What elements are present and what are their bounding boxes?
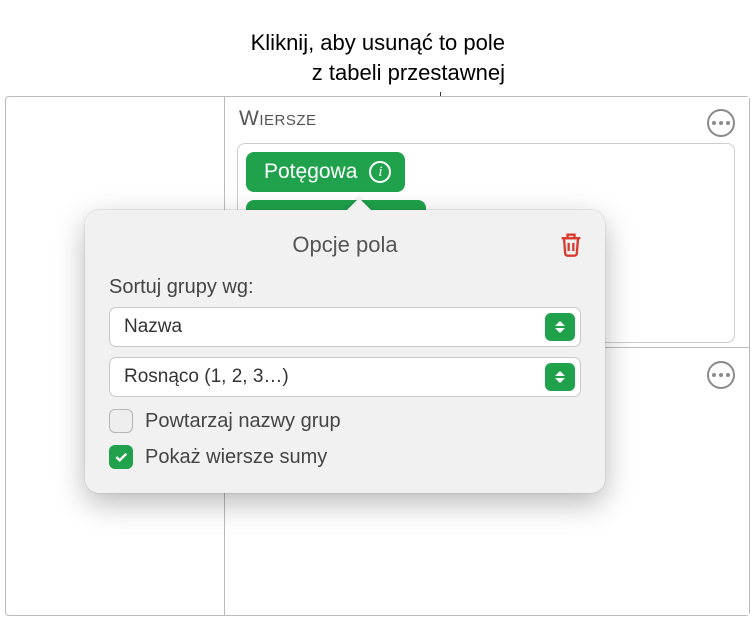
field-pill-potegowa[interactable]: Potęgowa i	[246, 152, 405, 192]
callout-line1: Kliknij, aby usunąć to pole	[251, 30, 505, 55]
show-sum-rows-checkbox[interactable]: Pokaż wiersze sumy	[109, 445, 581, 469]
field-pill-label: Potęgowa	[264, 160, 357, 184]
callout-line2: z tabeli przestawnej	[312, 60, 505, 85]
repeat-group-names-checkbox[interactable]: Powtarzaj nazwy grup	[109, 409, 581, 433]
columns-more-button[interactable]	[707, 361, 735, 389]
dropdown-stepper-icon	[545, 313, 575, 341]
more-icon	[712, 121, 730, 125]
delete-field-button[interactable]	[557, 230, 585, 258]
show-sum-rows-label: Pokaż wiersze sumy	[145, 446, 327, 469]
dropdown-stepper-icon	[545, 363, 575, 391]
callout-annotation: Kliknij, aby usunąć to pole z tabeli prz…	[190, 28, 725, 87]
sort-by-select[interactable]: Nazwa	[109, 307, 581, 347]
sort-by-value: Nazwa	[124, 316, 182, 338]
sort-order-value: Rosnąco (1, 2, 3…)	[124, 366, 289, 388]
field-info-icon[interactable]: i	[369, 161, 391, 183]
field-pill-partial	[246, 200, 426, 210]
rows-more-button[interactable]	[707, 109, 735, 137]
field-options-popover: Opcje pola Sortuj grupy wg: Nazwa Rosnąc…	[85, 210, 605, 493]
sort-groups-label: Sortuj grupy wg:	[109, 276, 581, 299]
sort-order-select[interactable]: Rosnąco (1, 2, 3…)	[109, 357, 581, 397]
popover-title: Opcje pola	[109, 232, 581, 258]
trash-icon	[557, 230, 585, 258]
rows-section-title: Wiersze	[239, 107, 317, 131]
checkbox-icon	[109, 445, 133, 469]
repeat-group-names-label: Powtarzaj nazwy grup	[145, 410, 341, 433]
more-icon	[712, 373, 730, 377]
checkbox-icon	[109, 409, 133, 433]
